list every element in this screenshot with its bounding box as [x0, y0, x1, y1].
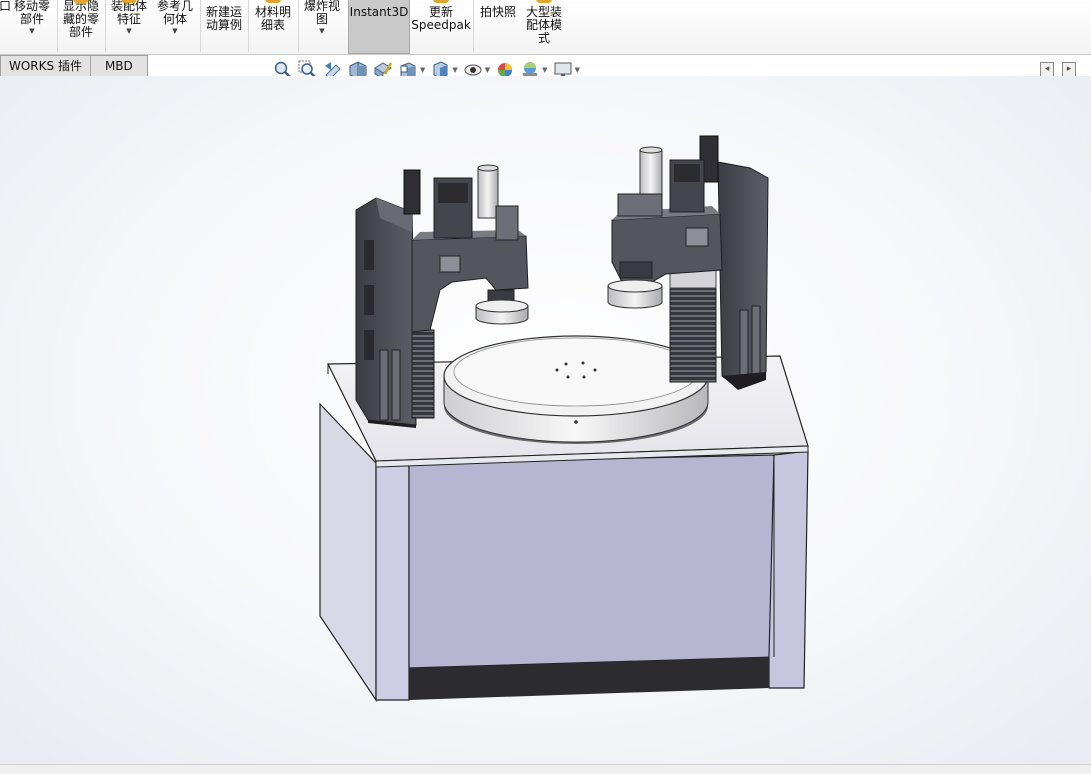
ribbon-divider	[200, 0, 201, 52]
expand-pane-icon[interactable]: ▸	[1062, 62, 1076, 77]
pane-controls: ◂ ▸	[1040, 62, 1084, 77]
new-motion-study-button[interactable]: 新建运 动算例	[202, 0, 246, 53]
update-speedpak-label: 更新 Speedpak	[411, 5, 471, 32]
ribbon-divider	[105, 0, 106, 52]
assembly-features-label: 装配体 特征	[110, 0, 147, 26]
ribbon-divider	[57, 0, 58, 52]
rotary-table[interactable]	[443, 335, 709, 444]
exploded-view-label: 爆炸视 图	[303, 0, 340, 26]
ribbon-divider	[473, 0, 474, 52]
chevron-down-icon[interactable]: ▼	[29, 27, 34, 35]
chevron-down-icon[interactable]: ▼	[126, 27, 131, 35]
instant3d-button[interactable]: Instant3D	[348, 0, 410, 54]
chevron-down-icon[interactable]: ▼	[319, 27, 324, 35]
assembly-features-icon	[121, 0, 137, 3]
new-motion-study-label: 新建运 动算例	[205, 5, 242, 32]
show-hidden-label: 显示隐 藏的零 部件	[62, 0, 99, 39]
large-assembly-mode-button[interactable]: 大型装 配体模 式	[522, 0, 566, 53]
chevron-down-icon[interactable]: ▼	[172, 27, 177, 35]
chevron-down-icon[interactable]: ▼	[542, 66, 547, 74]
take-snapshot-button[interactable]: 拍快照	[476, 0, 520, 53]
speedpak-icon	[433, 0, 449, 3]
bill-of-materials-label: 材料明 细表	[254, 5, 291, 32]
bill-of-materials-icon	[265, 0, 281, 3]
command-manager-tabs: WORKS 插件 MBD	[0, 55, 148, 77]
chevron-down-icon[interactable]: ▼	[452, 66, 457, 74]
assembly-features-button[interactable]: 装配体 特征 ▼	[107, 0, 151, 53]
ribbon-partial-button[interactable]: 口	[0, 0, 11, 53]
large-assembly-mode-label: 大型装 配体模 式	[525, 5, 562, 45]
ribbon-divider	[298, 0, 299, 52]
graphics-area[interactable]	[0, 76, 1091, 766]
chevron-down-icon[interactable]: ▼	[420, 66, 425, 74]
collapse-pane-icon[interactable]: ◂	[1040, 62, 1054, 77]
ribbon-divider	[248, 0, 249, 52]
reference-geometry-button[interactable]: 参考几 何体 ▼	[153, 0, 197, 53]
update-speedpak-button[interactable]: 更新 Speedpak	[411, 0, 471, 53]
show-hidden-components-button[interactable]: 显示隐 藏的零 部件	[59, 0, 103, 53]
tab-solidworks-addins[interactable]: WORKS 插件	[0, 55, 91, 77]
command-manager-ribbon: 口 移动零 部件 ▼ 显示隐 藏的零 部件 装配体 特征 ▼ 参考几 何体 ▼ …	[0, 0, 1091, 55]
show-hidden-icon	[73, 0, 89, 3]
instant3d-label: Instant3D	[349, 5, 409, 19]
tab-mbd[interactable]: MBD	[90, 55, 148, 77]
reference-geometry-label: 参考几 何体	[156, 0, 193, 26]
bill-of-materials-button[interactable]: 材料明 细表	[250, 0, 296, 53]
move-component-button[interactable]: 移动零 部件 ▼	[10, 0, 54, 53]
chevron-down-icon[interactable]: ▼	[575, 66, 580, 74]
exploded-view-button[interactable]: 爆炸视 图 ▼	[300, 0, 344, 53]
large-assembly-icon	[536, 0, 552, 3]
move-component-label: 移动零 部件	[13, 0, 50, 26]
take-snapshot-label: 拍快照	[479, 5, 516, 19]
chevron-down-icon[interactable]: ▼	[485, 66, 490, 74]
assembly-model[interactable]	[0, 76, 1091, 766]
